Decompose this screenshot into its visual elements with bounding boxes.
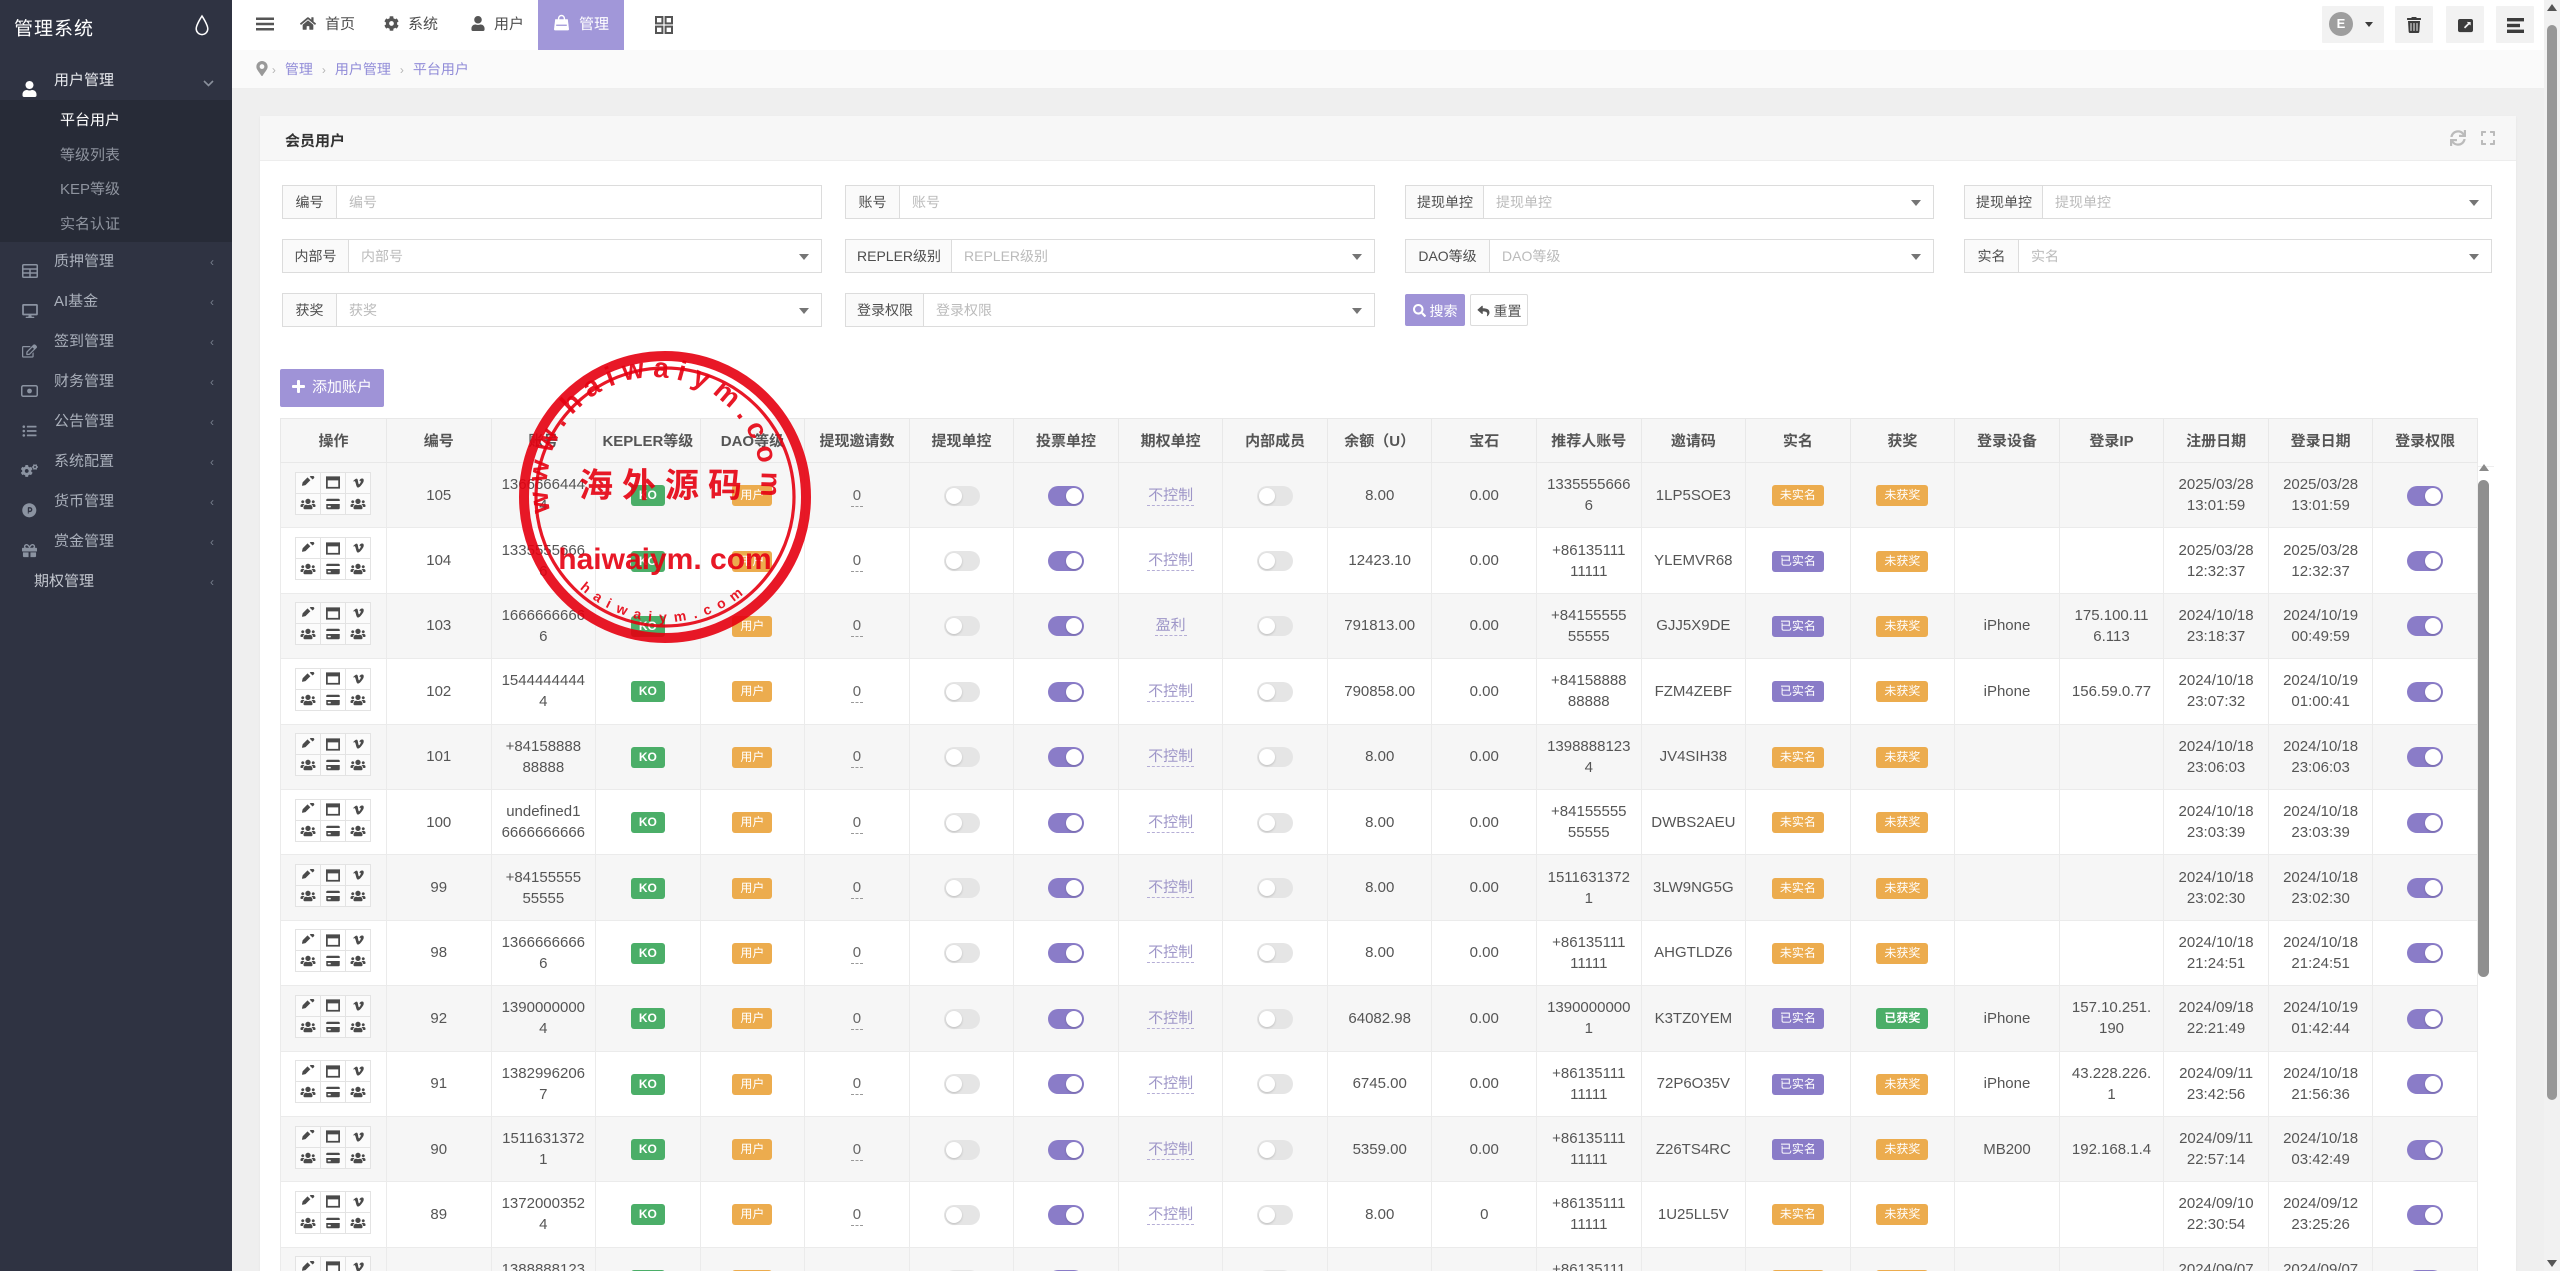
svg-text:海外源码: 海外源码 — [579, 458, 751, 507]
svg-text:haiwaiym. com: haiwaiym. com — [558, 543, 771, 576]
svg-text:haiwaiym.com: haiwaiym.com — [578, 578, 752, 625]
